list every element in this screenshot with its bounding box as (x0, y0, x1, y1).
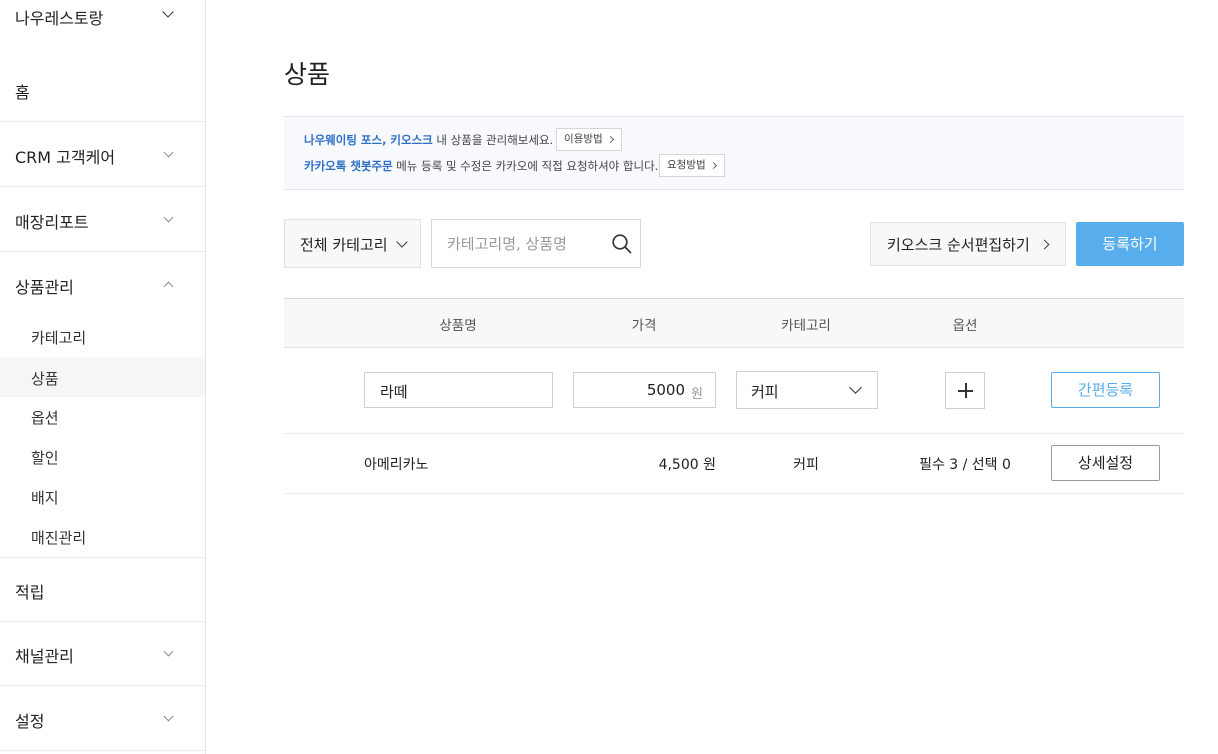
detail-settings-button[interactable]: 상세설정 (1051, 445, 1160, 481)
sidebar-subitem-label: 배지 (31, 489, 59, 507)
sidebar-item-label: 적립 (15, 583, 45, 602)
sidebar-subitem-discount[interactable]: 할인 (0, 436, 205, 476)
product-name-value: 라떼 (380, 383, 408, 401)
add-option-button[interactable] (945, 372, 985, 409)
search-input[interactable] (432, 220, 600, 267)
sidebar-subitem-badge[interactable]: 배지 (0, 476, 205, 516)
table-header: 상품명 가격 카테고리 옵션 (284, 298, 1184, 348)
sidebar-item-store-report[interactable]: 매장리포트 (0, 188, 205, 252)
chevron-down-icon (163, 646, 174, 657)
sidebar-item-settings[interactable]: 설정 (0, 687, 205, 751)
sidebar-subitem-product[interactable]: 상품 (0, 357, 205, 397)
sidebar-subitem-label: 할인 (31, 449, 59, 467)
sidebar-subitem-option[interactable]: 옵션 (0, 396, 205, 436)
store-selector[interactable]: 나우레스토랑 (0, 0, 205, 32)
notice-banner: 나우웨이팅 포스, 키오스크 내 상품을 관리해보세요. 이용방법 카카오톡 챗… (284, 116, 1184, 190)
column-header-category: 카테고리 (781, 318, 831, 334)
product-category: 커피 (793, 457, 819, 473)
sidebar-subitem-label: 상품 (31, 370, 59, 388)
notice-line-kakao: 카카오톡 챗봇주문 메뉴 등록 및 수정은 카카오에 직접 요청하셔야 합니다. (304, 158, 658, 174)
sidebar-item-label: 채널관리 (15, 647, 74, 666)
price-input[interactable]: 5000 원 (573, 372, 716, 408)
chevron-right-icon (1039, 239, 1050, 250)
sidebar-item-label: 매장리포트 (15, 213, 89, 232)
plus-icon-vertical (965, 383, 967, 398)
search-box (431, 219, 641, 268)
product-name: 아메리카노 (364, 457, 429, 473)
notice-line-pos: 나우웨이팅 포스, 키오스크 내 상품을 관리해보세요. (304, 132, 553, 148)
chevron-down-icon (396, 236, 408, 248)
price-value: 5000 (646, 381, 685, 399)
product-name-input[interactable]: 라떼 (364, 372, 553, 408)
chevron-down-icon (163, 147, 174, 158)
sidebar-item-channel-management[interactable]: 채널관리 (0, 622, 205, 686)
usage-guide-button[interactable]: 이용방법 (556, 128, 622, 151)
search-icon[interactable] (611, 233, 633, 255)
quick-register-button[interactable]: 간편등록 (1051, 372, 1160, 408)
product-price: 4,500 원 (658, 457, 716, 473)
category-filter-select[interactable]: 전체 카테고리 (284, 219, 421, 268)
notice-highlight: 나우웨이팅 포스, 키오스크 (304, 133, 433, 147)
chevron-down-icon (849, 381, 862, 394)
kiosk-order-edit-button[interactable]: 키오스크 순서편집하기 (870, 222, 1066, 266)
category-filter-value: 전체 카테고리 (300, 236, 388, 254)
register-button[interactable]: 등록하기 (1076, 222, 1184, 266)
chevron-down-icon (163, 711, 174, 722)
sidebar-item-label: 설정 (15, 712, 45, 731)
notice-text: 메뉴 등록 및 수정은 카카오에 직접 요청하셔야 합니다. (392, 159, 659, 173)
store-name: 나우레스토랑 (15, 9, 104, 28)
chevron-right-icon (606, 135, 614, 144)
sidebar-item-home[interactable]: 홈 (0, 58, 205, 122)
chevron-right-icon (709, 161, 717, 170)
sidebar-item-product-management[interactable]: 상품관리 (0, 253, 205, 317)
page-title: 상품 (284, 60, 331, 89)
sidebar-subitem-label: 매진관리 (31, 529, 87, 547)
price-unit: 원 (691, 387, 703, 402)
request-guide-button[interactable]: 요청방법 (659, 154, 725, 177)
sidebar-item-label: 상품관리 (15, 278, 74, 297)
product-options: 필수 3 / 선택 0 (919, 457, 1011, 473)
sidebar-item-label: 홈 (15, 83, 30, 102)
usage-guide-label: 이용방법 (564, 133, 603, 145)
sidebar-subitem-sold-out[interactable]: 매진관리 (0, 516, 205, 558)
request-guide-label: 요청방법 (667, 159, 706, 171)
notice-highlight: 카카오톡 챗봇주문 (304, 159, 393, 173)
sidebar-subitem-label: 카테고리 (31, 329, 87, 347)
sidebar: 나우레스토랑 홈 CRM 고객케어 매장리포트 상품관리 카테고리 상품 옵션 … (0, 0, 206, 754)
sidebar-item-label: CRM 고객케어 (15, 148, 116, 167)
notice-text: 내 상품을 관리해보세요. (432, 133, 554, 147)
category-select[interactable]: 커피 (736, 371, 878, 409)
table-row: 아메리카노 4,500 원 커피 필수 3 / 선택 0 상세설정 (284, 434, 1184, 494)
chevron-up-icon (163, 281, 174, 292)
column-header-name: 상품명 (439, 318, 477, 334)
sidebar-item-crm[interactable]: CRM 고객케어 (0, 123, 205, 187)
column-header-price: 가격 (631, 318, 657, 334)
kiosk-order-edit-label: 키오스크 순서편집하기 (887, 236, 1030, 254)
chevron-down-icon (163, 212, 174, 223)
sidebar-subitem-category[interactable]: 카테고리 (0, 316, 205, 356)
quick-add-row: 라떼 5000 원 커피 간편등록 (284, 348, 1184, 434)
column-header-option: 옵션 (952, 318, 978, 334)
sidebar-item-points[interactable]: 적립 (0, 558, 205, 622)
chevron-down-icon (162, 6, 174, 18)
category-value: 커피 (751, 383, 779, 401)
sidebar-subitem-label: 옵션 (31, 409, 59, 427)
